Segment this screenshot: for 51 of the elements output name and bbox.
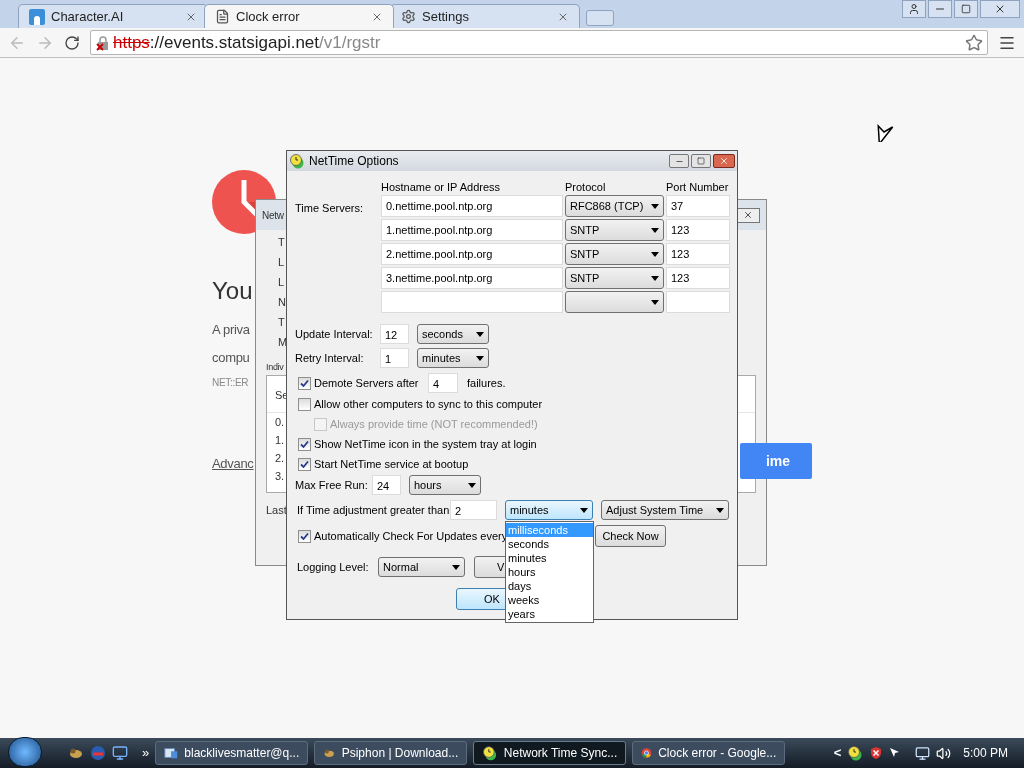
list-row-text: 1. [275,432,285,448]
field-label: M [278,336,288,349]
tab-title: Clock error [236,7,301,26]
column-header: Protocol [565,181,607,193]
list-row-text: 3. [275,468,285,484]
field-label: L [278,256,285,269]
url-text: https://events.statsigapi.net/v1/rgstr [113,31,381,54]
field-label: Time Servers: [295,201,365,216]
tab-title: Settings [422,7,470,26]
dialog-title: NetTime Options [309,153,399,170]
field-suffix: failures. [467,375,506,391]
taskbar-label: Psiphon | Download... [341,745,459,762]
list-row-text: 0. [275,414,285,430]
list-row-text: 2. [275,450,285,466]
field-label: L [278,276,285,289]
checkbox-label: Start NetTime service at bootup [314,456,469,472]
group-caption: Indiv [266,361,284,374]
checkbox-label: Show NetTime icon in the system tray at login [314,436,537,452]
error-code: NET::ER [212,376,249,390]
field-label: If Time adjustment greater than [297,502,450,518]
field-label: N [278,296,286,309]
window-title: Netw [262,208,284,223]
checkbox-label: Demote Servers after [314,375,420,391]
taskbar-label: Network Time Sync... [503,745,618,762]
column-header: Hostname or IP Address [381,181,502,193]
status-text: Last [266,502,287,518]
column-header: Port Number [666,181,730,193]
checkbox-label: Always provide time (NOT recommended!) [330,416,538,432]
dropdown-value: SNTP [570,222,600,238]
dropdown-value: Normal [383,559,419,575]
dropdown-value: seconds [422,326,463,342]
dropdown-value: hours [414,477,442,493]
tab-title: Character.AI [51,7,125,26]
field-label: T [278,236,285,249]
dropdown-value: SNTP [570,246,600,262]
dropdown-value: RFC868 (TCP) [570,198,644,214]
checkbox-label: Allow other computers to sync to this computer [314,396,543,412]
dropdown-value: Adjust System Time [606,502,704,518]
dropdown-value: SNTP [570,270,600,286]
dropdown-value: minutes [510,502,549,518]
taskbar-label: Clock error - Google... [658,745,777,762]
taskbar-label: blacklivesmatter@q... [184,745,300,762]
field-label: T [278,316,285,329]
field-label: Max Free Run: [295,477,369,493]
field-label: Logging Level: [297,559,370,575]
dropdown-value: minutes [422,350,461,366]
field-label: Update Interval: [295,326,374,342]
error-text: compu [212,348,250,367]
field-label: Retry Interval: [295,350,365,366]
error-heading: You [212,276,253,306]
error-text: A priva [212,321,250,339]
